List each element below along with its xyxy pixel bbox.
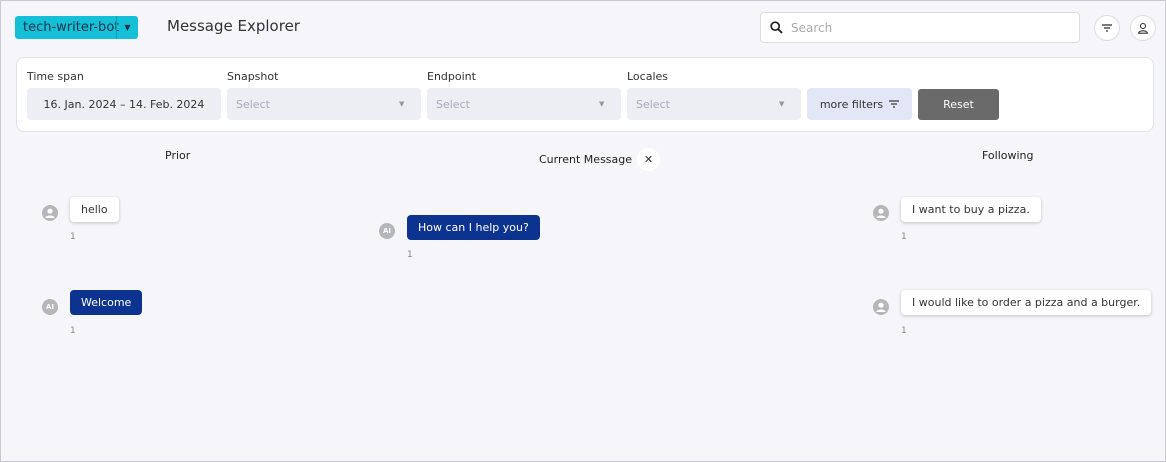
more-filters-label: more filters <box>819 97 884 111</box>
bot-selector[interactable]: tech-writer-bot ▼ <box>15 16 138 39</box>
message-bubble[interactable]: hello <box>70 197 119 222</box>
filter-icon <box>1101 23 1113 33</box>
filter-panel: Time span 16. Jan. 2024 – 14. Feb. 2024 … <box>16 57 1154 132</box>
page-title: Message Explorer <box>167 17 300 35</box>
message-count: 1 <box>901 326 907 336</box>
reset-button[interactable]: Reset <box>918 89 999 120</box>
bot-avatar-icon: AI <box>42 299 58 315</box>
locales-select[interactable]: Select ▼ <box>627 88 801 120</box>
search-icon <box>761 21 791 34</box>
chevron-down-icon[interactable]: ▼ <box>116 16 138 39</box>
message-count: 1 <box>70 232 76 242</box>
filter-icon <box>889 100 900 108</box>
time-span-value: 16. Jan. 2024 – 14. Feb. 2024 <box>43 97 205 111</box>
current-message-bubble[interactable]: How can I help you? <box>407 215 540 240</box>
endpoint-select[interactable]: Select ▼ <box>427 88 621 120</box>
locales-placeholder: Select <box>636 97 670 111</box>
time-span-label: Time span <box>27 70 84 83</box>
chevron-down-icon: ▼ <box>399 100 405 108</box>
filter-button[interactable] <box>1094 15 1120 41</box>
current-message-title: Current Message <box>539 153 633 166</box>
endpoint-label: Endpoint <box>427 70 476 83</box>
following-column-title: Following <box>982 149 1034 162</box>
more-filters-button[interactable]: more filters <box>807 88 912 120</box>
snapshot-select[interactable]: Select ▼ <box>227 88 421 120</box>
user-avatar-icon <box>873 205 889 221</box>
prior-column-title: Prior <box>165 149 191 162</box>
close-icon[interactable]: ✕ <box>637 148 660 171</box>
search-box[interactable] <box>760 12 1080 43</box>
bot-selector-label: tech-writer-bot <box>23 20 120 35</box>
message-count: 1 <box>407 250 413 260</box>
chevron-down-icon: ▼ <box>779 100 785 108</box>
bot-avatar-icon: AI <box>379 223 395 239</box>
locales-label: Locales <box>627 70 669 83</box>
search-input[interactable] <box>791 20 1061 35</box>
user-button[interactable] <box>1130 15 1156 41</box>
message-bubble[interactable]: I want to buy a pizza. <box>901 197 1041 222</box>
snapshot-placeholder: Select <box>236 97 270 111</box>
top-bar: tech-writer-bot ▼ Message Explorer <box>1 1 1165 53</box>
user-avatar-icon <box>873 299 889 315</box>
user-avatar-icon <box>42 205 58 221</box>
endpoint-placeholder: Select <box>436 97 470 111</box>
message-bubble[interactable]: I would like to order a pizza and a burg… <box>901 290 1152 315</box>
message-bubble[interactable]: Welcome <box>70 290 143 315</box>
message-count: 1 <box>901 232 907 242</box>
chevron-down-icon: ▼ <box>599 100 605 108</box>
snapshot-label: Snapshot <box>227 70 279 83</box>
user-icon <box>1137 22 1149 34</box>
time-span-picker[interactable]: 16. Jan. 2024 – 14. Feb. 2024 <box>27 88 221 120</box>
message-count: 1 <box>70 326 76 336</box>
